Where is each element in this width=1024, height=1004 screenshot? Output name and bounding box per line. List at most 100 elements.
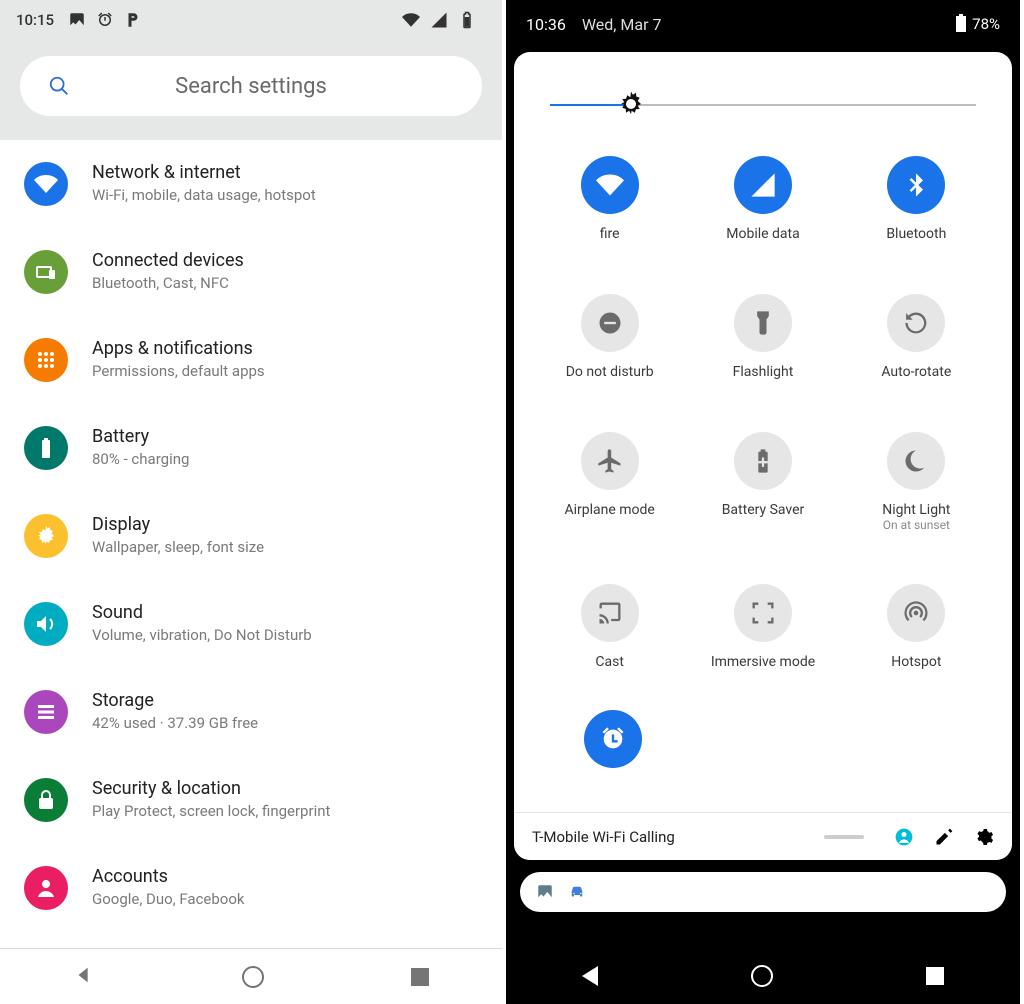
p-icon xyxy=(124,11,142,29)
tile-label: fire xyxy=(600,226,620,242)
signal-icon xyxy=(749,171,777,199)
airplane-circle xyxy=(581,432,639,490)
hotspot-icon xyxy=(902,599,930,627)
tile-hotspot[interactable]: Hotspot xyxy=(845,584,988,670)
tile-batt_saver[interactable]: Battery Saver xyxy=(691,432,834,532)
notification-chip[interactable] xyxy=(520,872,1006,912)
qs-panel: fire Mobile data Bluetooth Do not disturbFl… xyxy=(514,52,1012,860)
wifi-circle xyxy=(581,156,639,214)
setting-item-devices[interactable]: Connected devices Bluetooth, Cast, NFC xyxy=(24,250,478,294)
setting-title: Storage xyxy=(92,690,258,711)
wifi-status-icon xyxy=(402,11,420,29)
setting-text: Security & locationPlay Protect, screen … xyxy=(92,778,330,820)
night-circle xyxy=(887,432,945,490)
tile-immersive[interactable]: Immersive mode xyxy=(691,584,834,670)
setting-item-apps[interactable]: Apps & notificationsPermissions, default… xyxy=(24,338,478,382)
setting-text: Connected devices Bluetooth, Cast, NFC xyxy=(92,250,244,292)
tile-rotate[interactable]: Auto-rotate xyxy=(845,294,988,380)
volume-icon xyxy=(24,602,68,646)
setting-subtitle: Volume, vibration, Do Not Disturb xyxy=(92,626,312,644)
setting-title: Network & internet xyxy=(92,162,316,183)
tile-airplane[interactable]: Airplane mode xyxy=(538,432,681,532)
setting-item-volume[interactable]: Sound Volume, vibration, Do Not Disturb xyxy=(24,602,478,646)
nav-back[interactable] xyxy=(73,964,95,990)
setting-subtitle: 80% - charging xyxy=(92,450,189,468)
tile-label: Battery Saver xyxy=(722,502,805,518)
setting-item-storage[interactable]: Storage42% used · 37.39 GB free xyxy=(24,690,478,734)
settings-list: Network & internet Wi-Fi, mobile, data us… xyxy=(0,140,502,910)
tile-alarm-circle xyxy=(584,710,642,768)
tile-dnd[interactable]: Do not disturb xyxy=(538,294,681,380)
setting-item-lock[interactable]: Security & locationPlay Protect, screen … xyxy=(24,778,478,822)
setting-title: Connected devices xyxy=(92,250,244,271)
battery-percent: 78% xyxy=(972,15,1000,33)
status-time: 10:15 xyxy=(16,11,54,29)
dnd-circle xyxy=(581,294,639,352)
setting-title: Battery xyxy=(92,426,189,447)
setting-text: DisplayWallpaper, sleep, font size xyxy=(92,514,264,556)
user-icon[interactable] xyxy=(894,827,914,847)
wallpaper xyxy=(514,910,1012,948)
search-bar-wrap: Search settings xyxy=(0,40,502,140)
night-icon xyxy=(902,447,930,475)
tile-alarm[interactable] xyxy=(538,710,688,780)
wifi-icon xyxy=(596,171,624,199)
search-icon xyxy=(48,75,70,97)
setting-item-brightness[interactable]: DisplayWallpaper, sleep, font size xyxy=(24,514,478,558)
tile-cast[interactable]: Cast xyxy=(538,584,681,670)
wifi-icon xyxy=(24,162,68,206)
nav-home[interactable] xyxy=(242,966,264,988)
setting-item-battery[interactable]: Battery 80% - charging xyxy=(24,426,478,470)
edit-icon[interactable] xyxy=(934,827,954,847)
cast-icon xyxy=(596,599,624,627)
setting-title: Display xyxy=(92,514,264,535)
nav-recent[interactable] xyxy=(926,967,944,985)
tile-night[interactable]: Night LightOn at sunset xyxy=(845,432,988,532)
setting-subtitle: Bluetooth, Cast, NFC xyxy=(92,274,244,292)
tile-signal[interactable]: Mobile data xyxy=(691,156,834,242)
search-placeholder: Search settings xyxy=(96,74,406,99)
setting-item-account[interactable]: AccountsGoogle, Duo, Facebook xyxy=(24,866,478,910)
brightness-slider[interactable] xyxy=(538,76,988,132)
nav-recent[interactable] xyxy=(411,968,429,986)
image-icon xyxy=(536,883,554,901)
rotate-icon xyxy=(902,309,930,337)
alarm-icon xyxy=(96,11,114,29)
tile-flashlight[interactable]: Flashlight xyxy=(691,294,834,380)
gear-icon[interactable] xyxy=(974,827,994,847)
image-icon xyxy=(68,11,86,29)
brightness-track xyxy=(550,104,976,106)
storage-icon xyxy=(24,690,68,734)
immersive-circle xyxy=(734,584,792,642)
hotspot-circle xyxy=(887,584,945,642)
nav-back[interactable] xyxy=(582,966,598,986)
setting-text: Network & internet Wi-Fi, mobile, data us… xyxy=(92,162,316,204)
tile-label: Immersive mode xyxy=(711,654,815,670)
status-bar-left: 10:15 xyxy=(0,0,502,40)
brightness-thumb[interactable] xyxy=(616,89,646,119)
tile-wifi[interactable]: fire xyxy=(538,156,681,242)
tile-bluetooth[interactable]: Bluetooth xyxy=(845,156,988,242)
footer-handle[interactable] xyxy=(824,835,864,839)
flashlight-circle xyxy=(734,294,792,352)
status-bar-right: 10:36 Wed, Mar 7 78% xyxy=(506,0,1020,48)
setting-title: Apps & notifications xyxy=(92,338,265,359)
setting-title: Sound xyxy=(92,602,312,623)
battery-icon xyxy=(24,426,68,470)
battery-icon xyxy=(956,16,966,32)
rotate-circle xyxy=(887,294,945,352)
signal-circle xyxy=(734,156,792,214)
airplane-icon xyxy=(596,447,624,475)
setting-item-wifi[interactable]: Network & internet Wi-Fi, mobile, data us… xyxy=(24,162,478,206)
setting-title: Security & location xyxy=(92,778,330,799)
apps-icon xyxy=(24,338,68,382)
search-settings[interactable]: Search settings xyxy=(20,56,482,116)
lock-icon xyxy=(24,778,68,822)
alarm-icon xyxy=(599,725,627,753)
battery-indicator: 78% xyxy=(956,15,1000,33)
setting-subtitle: Wi-Fi, mobile, data usage, hotspot xyxy=(92,186,316,204)
setting-subtitle: Google, Duo, Facebook xyxy=(92,890,245,908)
tile-label: Bluetooth xyxy=(886,226,946,242)
qs-time: 10:36 xyxy=(526,15,566,34)
nav-home[interactable] xyxy=(751,965,773,987)
